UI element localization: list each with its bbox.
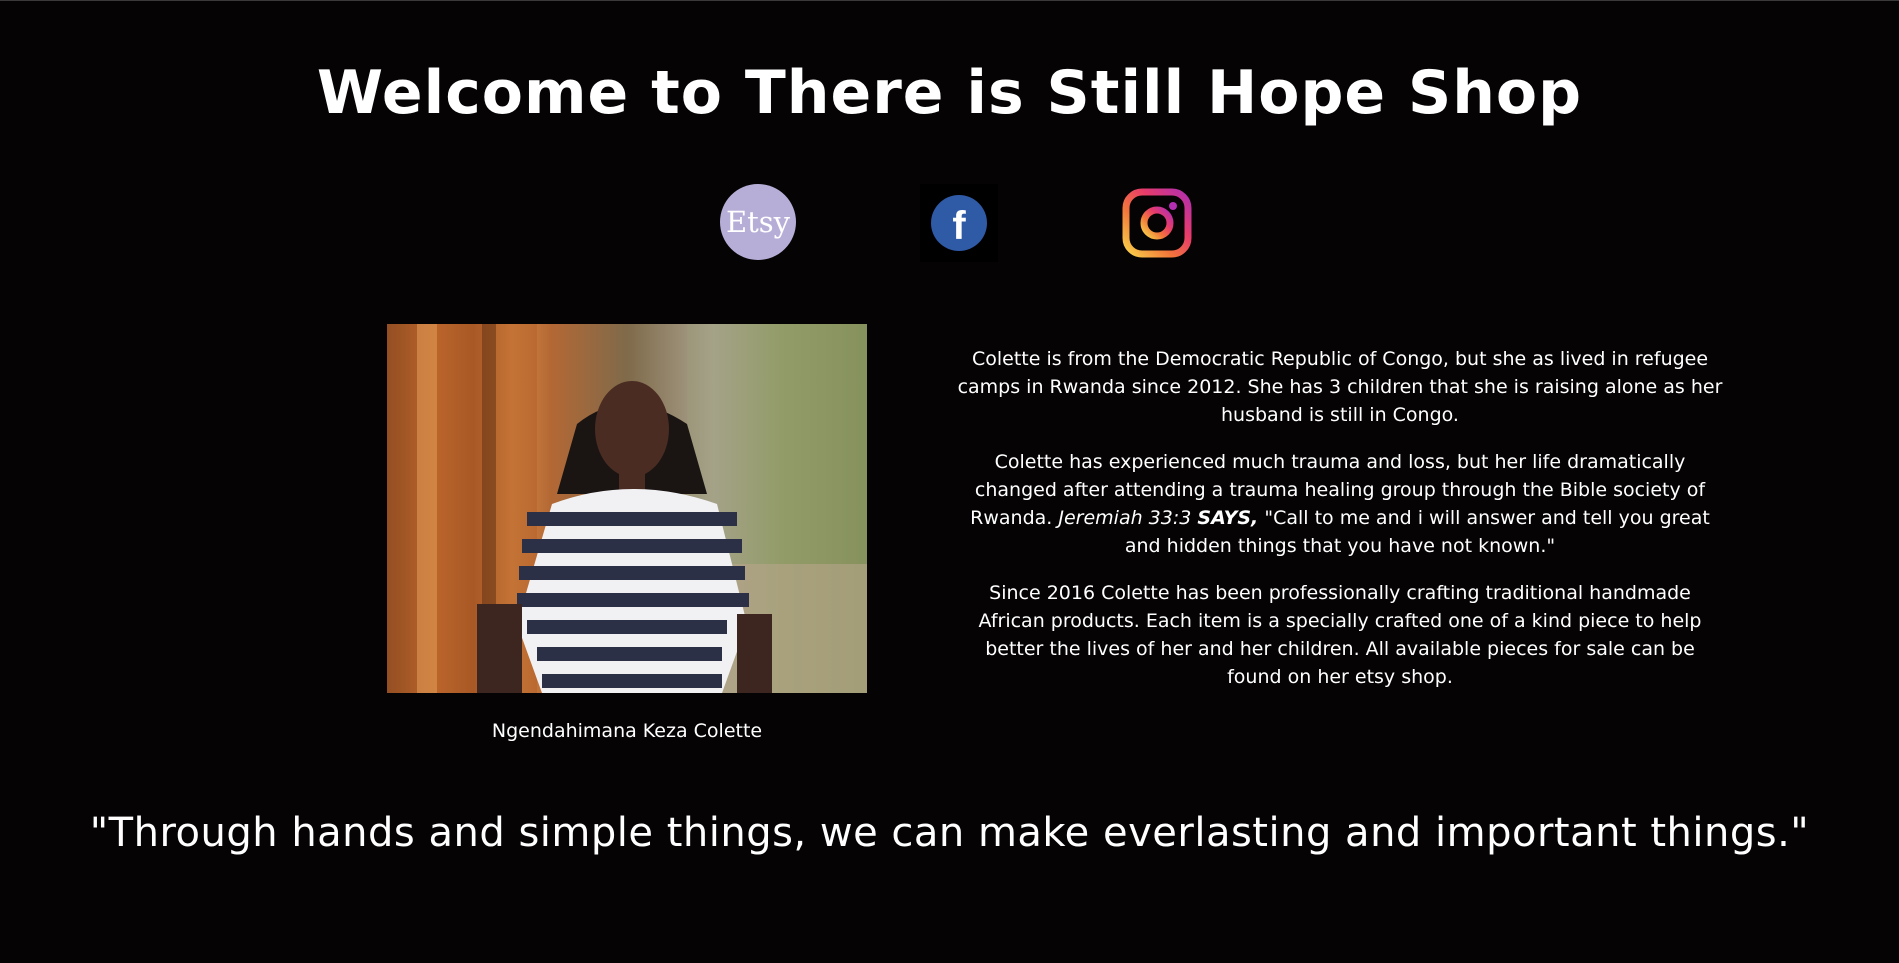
etsy-icon: Etsy xyxy=(720,184,796,260)
motto-quote: "Through hands and simple things, we can… xyxy=(89,810,1810,856)
instagram-link[interactable] xyxy=(1118,184,1196,262)
bio-paragraph-2: Colette has experienced much trauma and … xyxy=(955,448,1725,560)
social-links: Etsy f xyxy=(0,184,1899,262)
photo-caption: Ngendahimana Keza Colette xyxy=(491,720,763,742)
bio-paragraph-1: Colette is from the Democratic Republic … xyxy=(957,348,1723,426)
bio-section: Colette is from the Democratic Republic … xyxy=(955,345,1725,710)
facebook-icon-frame: f xyxy=(920,184,998,262)
facebook-icon-label: f xyxy=(952,203,966,248)
bio-paragraph-3: Since 2016 Colette has been professional… xyxy=(978,582,1702,688)
etsy-link[interactable]: Etsy xyxy=(720,184,798,262)
scripture-says: SAYS, xyxy=(1197,507,1259,529)
facebook-icon: f xyxy=(931,195,987,251)
top-border xyxy=(0,0,1899,1)
instagram-icon xyxy=(1122,188,1192,258)
profile-photo xyxy=(387,324,867,693)
page-title: Welcome to There is Still Hope Shop xyxy=(316,58,1583,128)
etsy-icon-label: Etsy xyxy=(725,205,791,239)
facebook-link[interactable]: f xyxy=(920,184,998,262)
scripture-reference: Jeremiah 33:3 xyxy=(1058,507,1192,529)
profile-photo-illustration xyxy=(387,324,867,693)
